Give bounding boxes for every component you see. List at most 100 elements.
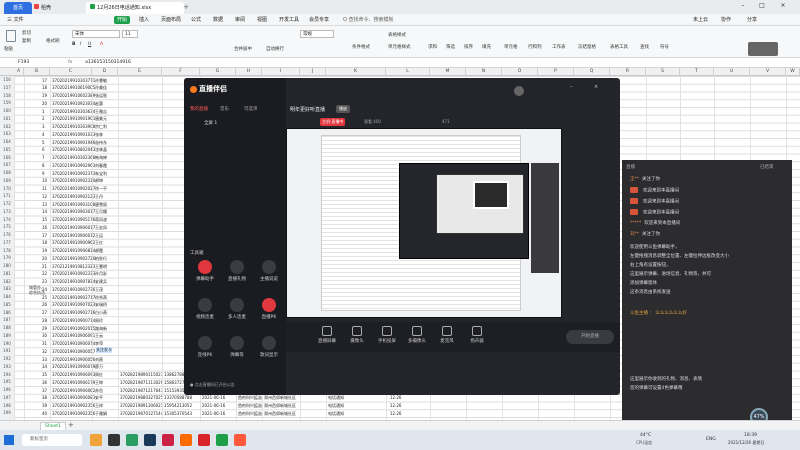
stream-control[interactable]: 直播屏幕 <box>314 326 340 344</box>
cell-id[interactable]: 37020219910923034 <box>52 101 95 106</box>
row-number[interactable]: 192 <box>0 355 14 363</box>
cell-reference[interactable]: F193 <box>18 59 58 67</box>
column-header[interactable]: C <box>50 68 92 76</box>
cell-id[interactable]: 37020219910902963 <box>52 163 95 168</box>
cell-id[interactable]: 37020219910602389 <box>52 93 95 98</box>
row-number[interactable]: 185 <box>0 301 14 309</box>
menu-review[interactable]: 审阅 <box>232 16 248 24</box>
conditional-format-button[interactable]: 条件格式 <box>352 44 370 50</box>
cell-id[interactable]: 37020219910903108 <box>52 202 95 207</box>
menu-file[interactable]: 三 文件 <box>4 16 27 24</box>
menu-data[interactable]: 数据 <box>210 16 226 24</box>
column-header[interactable]: I <box>262 68 300 76</box>
row-number[interactable]: 166 <box>0 154 14 162</box>
cell-id[interactable]: 37020219910302366 <box>52 155 95 160</box>
cell-index[interactable]: 36 <box>42 380 47 385</box>
cell-index[interactable]: 30 <box>42 333 47 338</box>
cell-name[interactable]: 苗伟东 <box>95 140 107 146</box>
font-size-select[interactable]: 11 <box>122 30 138 38</box>
cell-name[interactable]: 王宏凤 <box>95 225 107 231</box>
row-number[interactable]: 178 <box>0 247 14 255</box>
cell-index[interactable]: 19 <box>42 93 47 98</box>
column-header[interactable]: V <box>750 68 786 76</box>
menu-home[interactable]: 开始 <box>114 16 131 24</box>
cell-id[interactable]: 37020219910902015 <box>52 326 95 331</box>
cell-index[interactable]: 29 <box>42 326 47 331</box>
cell-name[interactable]: 安建兵 <box>95 279 107 285</box>
column-header[interactable]: K <box>326 68 386 76</box>
cell-name[interactable]: 王祥 <box>95 403 103 409</box>
cell-index[interactable]: 6 <box>42 147 45 152</box>
cell-h[interactable]: 首剂科兴疫苗 <box>238 403 262 409</box>
search-command[interactable]: Q 查找命令、搜索模板 <box>340 16 397 24</box>
row-number[interactable]: 162 <box>0 123 14 131</box>
taskbar-search[interactable]: 新标签页 <box>22 434 82 446</box>
column-header[interactable]: P <box>538 68 574 76</box>
row-number[interactable]: 174 <box>0 216 14 224</box>
cell-name[interactable]: 薛万 <box>95 364 103 370</box>
cell-index[interactable]: 2 <box>42 116 45 121</box>
column-header[interactable]: M <box>430 68 466 76</box>
steam-icon[interactable] <box>144 434 156 446</box>
cell-id[interactable]: 37020219910906079 <box>52 364 95 369</box>
cell-name[interactable]: 安平 <box>95 395 103 401</box>
row-number[interactable]: 164 <box>0 138 14 146</box>
tab-home[interactable]: 首页 <box>4 2 32 14</box>
worksheet-button[interactable]: 工作表 <box>552 44 566 50</box>
cell-name[interactable]: 郝霞 <box>95 248 103 254</box>
cell-j[interactable]: 电话通知 <box>328 411 344 417</box>
cell-name[interactable]: 周玲 <box>95 318 103 324</box>
row-number[interactable]: 170 <box>0 185 14 193</box>
cell-index[interactable]: 37 <box>42 388 47 393</box>
cell-id[interactable]: 37020219910901901 <box>52 116 95 121</box>
font-name-select[interactable]: 宋体 <box>72 30 120 38</box>
cell-index[interactable]: 33 <box>42 357 47 362</box>
cell-id[interactable]: 37020219910903017 <box>52 209 95 214</box>
cell-index[interactable]: 25 <box>42 295 47 300</box>
font-color-icon[interactable]: A <box>100 42 103 47</box>
cell-index[interactable]: 13 <box>42 202 47 207</box>
formula-input[interactable]: a136153150314916 <box>78 59 131 67</box>
stream-tool[interactable]: 弹幕助手 <box>192 260 218 282</box>
cell-id[interactable]: 37020219910902720 <box>52 256 95 261</box>
cell-index[interactable]: 1 <box>42 109 45 114</box>
cell-index[interactable]: 14 <box>42 209 47 214</box>
cell-id[interactable]: 37020219910906083 <box>52 395 95 400</box>
menu-insert[interactable]: 插入 <box>136 16 152 24</box>
cell-index[interactable]: 18 <box>42 85 47 90</box>
cell-k[interactable]: 12.26 <box>390 411 401 416</box>
cell-name[interactable]: 王月娥 <box>95 209 107 215</box>
office-icon[interactable] <box>162 434 174 446</box>
column-header[interactable]: T <box>680 68 714 76</box>
cell-id[interactable]: 37020219910906814 <box>52 248 95 253</box>
cell-j[interactable]: 电话通知 <box>328 395 344 401</box>
douyu-taskbar-icon[interactable] <box>180 434 192 446</box>
cell-name[interactable]: 蒋凤波 <box>95 217 107 223</box>
cell-id[interactable]: 37020219910907834 <box>52 279 95 284</box>
column-header[interactable]: W <box>786 68 800 76</box>
menu-developer[interactable]: 开发工具 <box>276 16 302 24</box>
column-header[interactable]: B <box>24 68 50 76</box>
row-number[interactable]: 196 <box>0 386 14 394</box>
row-number[interactable]: 181 <box>0 270 14 278</box>
cell-name[interactable]: 赵惠 <box>95 101 103 107</box>
cell-g[interactable]: 2021-06-16 <box>202 403 225 408</box>
number-format-select[interactable]: 常规 <box>300 30 334 38</box>
browser-icon[interactable] <box>108 434 120 446</box>
stream-tab-music[interactable]: 音乐 <box>220 106 229 112</box>
column-header[interactable]: O <box>502 68 538 76</box>
row-number[interactable]: 172 <box>0 200 14 208</box>
column-header[interactable]: G <box>200 68 236 76</box>
close-icon[interactable]: × <box>778 2 788 12</box>
cell-g[interactable]: 2021-06-16 <box>202 411 225 416</box>
cell-e[interactable]: 37028219870127144 <box>120 411 163 416</box>
row-number[interactable]: 160 <box>0 107 14 115</box>
cell-name[interactable]: 唐美元 <box>95 116 107 122</box>
column-header[interactable]: Q <box>574 68 610 76</box>
cell-index[interactable]: 16 <box>42 225 47 230</box>
column-header[interactable]: A <box>14 68 24 76</box>
cell-h[interactable]: 首剂科兴疫苗 <box>238 395 262 401</box>
cell-id[interactable]: 37020219910902373 <box>52 171 95 176</box>
cell-index[interactable]: 4 <box>42 132 45 137</box>
symbol-button[interactable]: 符号 <box>660 44 669 50</box>
